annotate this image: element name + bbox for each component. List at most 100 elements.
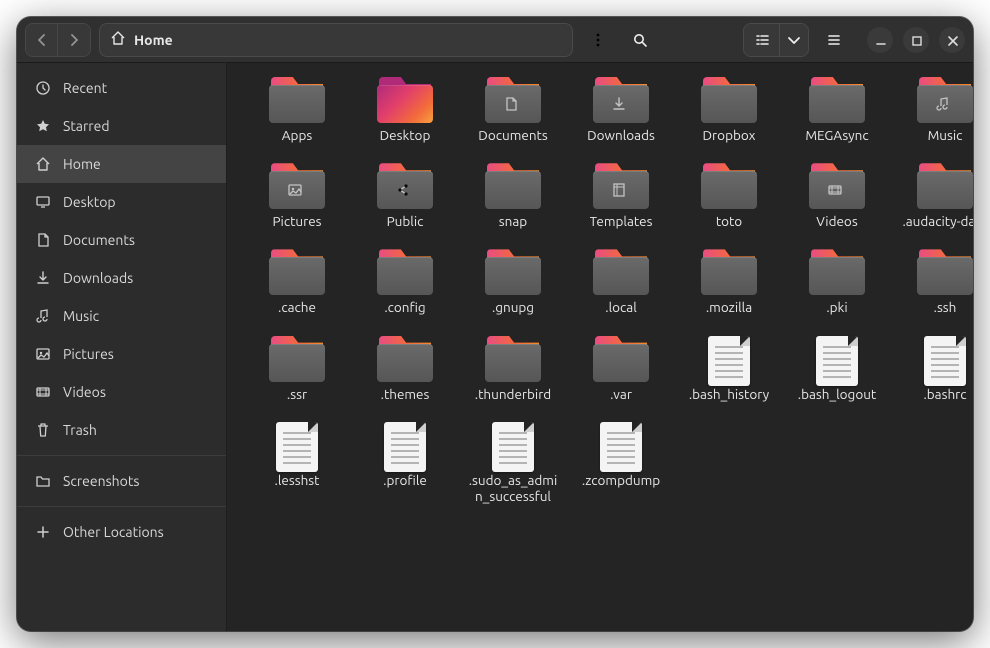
hamburger-menu-button[interactable] xyxy=(817,24,851,56)
item-label: .bash_logout xyxy=(798,386,876,402)
maximize-button[interactable] xyxy=(903,27,929,53)
file-item[interactable]: .zcompdump xyxy=(573,422,669,504)
item-label: Pictures xyxy=(272,213,321,229)
folder-icon xyxy=(917,77,973,123)
item-label: .bashrc xyxy=(923,386,966,402)
folder-item[interactable]: .config xyxy=(357,249,453,315)
file-icon xyxy=(377,422,433,468)
sidebar-item-starred[interactable]: Starred xyxy=(17,107,226,145)
plus-icon xyxy=(35,524,51,540)
folder-item[interactable]: .pki xyxy=(789,249,885,315)
sidebar-item-label: Home xyxy=(63,156,101,172)
folder-icon xyxy=(269,249,325,295)
back-button[interactable] xyxy=(26,24,58,56)
folder-icon xyxy=(485,163,541,209)
sidebar-item-trash[interactable]: Trash xyxy=(17,411,226,449)
window-controls xyxy=(867,27,965,53)
folder-item[interactable]: .mozilla xyxy=(681,249,777,315)
file-item[interactable]: .profile xyxy=(357,422,453,504)
item-label: .bash_history xyxy=(689,386,769,402)
sidebar-item-home[interactable]: Home xyxy=(17,145,226,183)
folder-item[interactable]: Downloads xyxy=(573,77,669,143)
item-label: Templates xyxy=(590,213,653,229)
item-label: Desktop xyxy=(380,127,431,143)
sidebar-item-label: Starred xyxy=(63,118,110,134)
sidebar-item-recent[interactable]: Recent xyxy=(17,69,226,107)
file-item[interactable]: .lesshst xyxy=(249,422,345,504)
sidebar-separator xyxy=(17,506,226,507)
folder-item[interactable]: Apps xyxy=(249,77,345,143)
folder-item[interactable]: .ssr xyxy=(249,336,345,402)
item-label: .profile xyxy=(383,472,427,488)
folder-icon xyxy=(377,163,433,209)
folder-icon xyxy=(485,249,541,295)
sidebar-item-label: Documents xyxy=(63,232,135,248)
list-view-button[interactable] xyxy=(744,24,780,56)
folder-icon xyxy=(269,77,325,123)
folder-icon xyxy=(377,77,433,123)
path-bar[interactable]: Home xyxy=(99,23,573,57)
folder-item[interactable]: MEGAsync xyxy=(789,77,885,143)
path-menu-button[interactable] xyxy=(581,24,615,56)
video-icon xyxy=(35,384,51,400)
folder-icon xyxy=(809,163,865,209)
folder-icon xyxy=(269,163,325,209)
sidebar: Recent Starred Home Desktop Documents Do… xyxy=(17,63,227,631)
folder-icon xyxy=(809,77,865,123)
folder-item[interactable]: Videos xyxy=(789,163,885,229)
folder-item[interactable]: .gnupg xyxy=(465,249,561,315)
file-icon xyxy=(809,336,865,382)
sidebar-item-documents[interactable]: Documents xyxy=(17,221,226,259)
sidebar-separator xyxy=(17,455,226,456)
sidebar-item-screenshots[interactable]: Screenshots xyxy=(17,462,226,500)
trash-icon xyxy=(35,422,51,438)
file-item[interactable]: .bash_history xyxy=(681,336,777,402)
folder-item[interactable]: .cache xyxy=(249,249,345,315)
folder-icon xyxy=(701,163,757,209)
folder-item[interactable]: Templates xyxy=(573,163,669,229)
folder-item[interactable]: Pictures xyxy=(249,163,345,229)
folder-item[interactable]: snap xyxy=(465,163,561,229)
sidebar-item-music[interactable]: Music xyxy=(17,297,226,335)
music-icon xyxy=(35,308,51,324)
forward-button[interactable] xyxy=(58,24,90,56)
minimize-button[interactable] xyxy=(867,27,893,53)
view-options-button[interactable] xyxy=(780,24,808,56)
view-switcher xyxy=(743,23,809,57)
file-item[interactable]: .sudo_as_admin_successful xyxy=(465,422,561,504)
picture-icon xyxy=(35,346,51,362)
breadcrumb-label: Home xyxy=(134,32,173,48)
folder-item[interactable]: Desktop xyxy=(357,77,453,143)
sidebar-item-videos[interactable]: Videos xyxy=(17,373,226,411)
item-label: .thunderbird xyxy=(475,386,551,402)
folder-item[interactable]: .thunderbird xyxy=(465,336,561,402)
folder-item[interactable]: .audacity-data xyxy=(897,163,973,229)
sidebar-item-desktop[interactable]: Desktop xyxy=(17,183,226,221)
folder-item[interactable]: Public xyxy=(357,163,453,229)
item-label: .zcompdump xyxy=(582,472,660,488)
sidebar-other-locations[interactable]: Other Locations xyxy=(17,513,226,551)
search-button[interactable] xyxy=(623,24,657,56)
folder-item[interactable]: Music xyxy=(897,77,973,143)
item-label: .pki xyxy=(826,299,847,315)
folder-item[interactable]: .themes xyxy=(357,336,453,402)
item-label: .ssh xyxy=(934,299,957,315)
folder-item[interactable]: toto xyxy=(681,163,777,229)
file-item[interactable]: .bashrc xyxy=(897,336,973,402)
sidebar-item-pictures[interactable]: Pictures xyxy=(17,335,226,373)
folder-icon xyxy=(35,473,51,489)
sidebar-item-label: Desktop xyxy=(63,194,116,210)
file-icon xyxy=(593,422,649,468)
folder-item[interactable]: .var xyxy=(573,336,669,402)
close-button[interactable] xyxy=(939,27,965,53)
file-item[interactable]: .bash_logout xyxy=(789,336,885,402)
folder-icon xyxy=(917,163,973,209)
nav-buttons xyxy=(25,23,91,57)
folder-item[interactable]: .local xyxy=(573,249,669,315)
file-grid-view[interactable]: Apps Desktop Documents Downloads Dropbox… xyxy=(227,63,973,631)
folder-item[interactable]: Dropbox xyxy=(681,77,777,143)
sidebar-item-label: Other Locations xyxy=(63,524,164,540)
folder-item[interactable]: .ssh xyxy=(897,249,973,315)
sidebar-item-downloads[interactable]: Downloads xyxy=(17,259,226,297)
folder-item[interactable]: Documents xyxy=(465,77,561,143)
